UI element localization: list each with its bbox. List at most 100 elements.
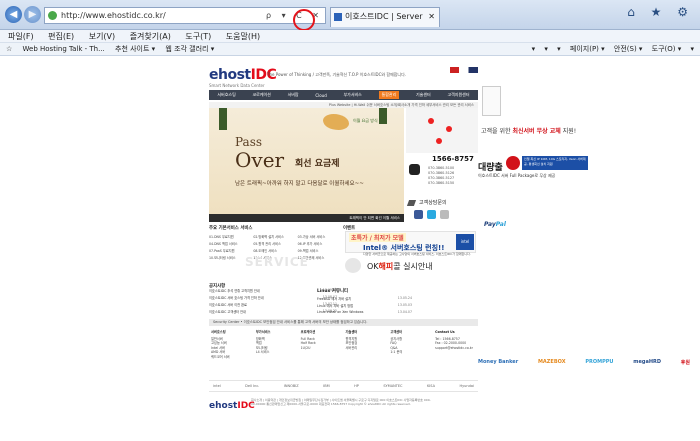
security-center-bar[interactable]: Security Center • 이호스트IDC 보안점검 안내 서비스를 통… <box>209 319 478 326</box>
customer-inquiry-link[interactable]: 고객상담문의 <box>406 198 478 208</box>
tab-close-icon[interactable]: ✕ <box>428 8 435 26</box>
brand-logo[interactable]: MAZEBOX <box>538 359 566 365</box>
vertical-badge <box>482 86 501 116</box>
service-item[interactable]: 02.방화벽 설치 서비스 <box>253 234 296 239</box>
linux-list: Linux 커뮤니티 FreeBSD 에서 자바 설치 13.05.24 Linu… <box>317 288 412 317</box>
promo-bold: 최신서버 무상 교체 <box>512 128 561 135</box>
paypal-a: Pay <box>484 221 496 228</box>
server-diagram[interactable] <box>406 108 478 153</box>
main-banner[interactable]: 이월 요금 방식 Pass Over 회선 요금제 남은 트래픽~아까워 하지 … <box>209 108 404 214</box>
list-item[interactable]: Linux Install on Xen Windows 13.04.07 <box>317 310 412 317</box>
blog-icon[interactable] <box>440 210 449 219</box>
nav-cloud[interactable]: Cloud <box>315 93 326 98</box>
daeryang-promo[interactable]: 대량출 인텔 최신 IP 10M, 10G 스토리지, Xeon 서버제공, 평… <box>478 156 596 186</box>
sitemap-link[interactable]: L4 서비스 <box>256 350 299 355</box>
service-item[interactable]: 07.PaaS 무료지원 <box>209 248 252 253</box>
partner-logo[interactable]: intel <box>213 384 221 388</box>
banner-description: 남은 트래픽~아까워 하지 말고 다음달로 이월하세요~~ <box>235 181 364 187</box>
brand-logo[interactable]: 후원 <box>681 359 690 366</box>
address-bar[interactable]: http://www.ehostidc.co.kr/ ρ ▾ C ✕ <box>44 7 326 24</box>
intel-logo-icon: intel <box>456 234 474 250</box>
linux-text: FreeBSD 에서 자바 설치 <box>317 297 352 301</box>
service-item[interactable]: 01.DNS 무료지원 <box>209 234 252 239</box>
partner-logo[interactable]: HP <box>354 384 359 388</box>
partner-logo[interactable]: INNOBIZ <box>284 384 299 388</box>
back-button[interactable]: ◀ <box>5 6 22 23</box>
service-item[interactable]: 04.DNS 백업 서비스 <box>209 241 252 246</box>
list-item[interactable]: FreeBSD 에서 자바 설치 13.05.24 <box>317 296 412 303</box>
brand-logo[interactable]: megaHRD <box>633 359 661 365</box>
partner-logo[interactable]: SYMANTEC <box>383 384 402 388</box>
sitemap-col-title: 코로케이션 <box>300 330 316 334</box>
fav-item-webhostingtalk[interactable]: Web Hosting Talk - Th... <box>23 45 105 53</box>
social-links <box>414 210 449 219</box>
page-menu[interactable]: 페이지(P) ▾ <box>570 45 605 53</box>
sitemap-link[interactable]: 1U/2U <box>301 346 344 351</box>
menu-edit[interactable]: 편집(E) <box>48 32 74 41</box>
nav-support[interactable]: 고객지원센터 <box>447 92 469 98</box>
sitemap-link[interactable]: 1:1 문의 <box>390 350 433 355</box>
browser-tab[interactable]: 이호스트IDC | Server Hosti... ✕ <box>330 7 440 39</box>
service-item[interactable]: 08.도메인 서비스 <box>253 248 296 253</box>
fav-item-webslice[interactable]: 웹 조각 갤러리 ▾ <box>165 45 214 53</box>
partner-logo[interactable]: IBM <box>323 384 329 388</box>
menu-favorites[interactable]: 즐겨찾기(A) <box>130 32 171 41</box>
service-item[interactable]: 03.가상 서버 서비스 <box>298 234 341 239</box>
service-item[interactable]: 05.원격 관리 서비스 <box>253 241 296 246</box>
sitemap-col: 서버호스팅 일반서버 고성능 서버 Intel 서버 AMD 서버 쿼드코어 서버 <box>209 330 254 378</box>
nav-colocation[interactable]: 코로케이션 <box>252 92 270 98</box>
main-nav: 서버호스팅 코로케이션 서버팜 Cloud 부가서비스 통합관리 기술센터 고객… <box>209 90 478 100</box>
service-item[interactable]: 06.IP 추가 서비스 <box>298 241 341 246</box>
brand-logo[interactable]: PROMPPU <box>585 359 613 365</box>
print-dropdown[interactable]: ▾ <box>557 45 561 53</box>
sitemap-col: 고객센터 공지사항 FAQ Q&A 1:1 문의 <box>388 330 433 378</box>
help-dropdown[interactable]: ▾ <box>690 45 694 53</box>
nav-management[interactable]: 통합관리 <box>378 91 400 99</box>
feeds-dropdown[interactable]: ▾ <box>544 45 548 53</box>
paypal-logo[interactable]: PayPal <box>484 221 506 228</box>
language-flags[interactable] <box>450 67 478 73</box>
footer-text: 회사소개 | 이용약관 | 개인정보취급방침 | 이메일무단수집거부 | 사이트… <box>251 398 431 406</box>
sitemap-links: 서버호스팅 일반서버 고성능 서버 Intel 서버 AMD 서버 쿼드코어 서버 부가서… <box>209 330 478 378</box>
right-promo[interactable]: 고객을 위한 최신서버 무상 교체 지원! <box>478 86 588 206</box>
window-controls[interactable]: ⌂ ★ ⚙ <box>627 5 694 19</box>
brand-logo[interactable]: Money Banker <box>478 359 518 365</box>
facebook-icon[interactable] <box>414 210 423 219</box>
forward-button[interactable]: ▶ <box>24 6 41 23</box>
linux-text: Linux 에서 자바 설치 방법 <box>317 304 354 308</box>
call-lines: 070-3860-5100 070-3860-5126 070-3860-512… <box>428 166 476 186</box>
safety-menu[interactable]: 안전(S) ▾ <box>614 45 643 53</box>
partner-logo[interactable]: Hyundai <box>459 384 473 388</box>
nav-server-hosting[interactable]: 서버호스팅 <box>217 92 235 98</box>
tools-menu[interactable]: 도구(O) ▾ <box>652 45 682 53</box>
nav-tech[interactable]: 기술센터 <box>416 92 431 98</box>
nav-server-farm[interactable]: 서버팜 <box>288 92 299 98</box>
sitemap-link[interactable]: 쿼드코어 서버 <box>211 355 254 360</box>
service-item[interactable]: 09.백업 서비스 <box>298 248 341 253</box>
banner-plane-icon <box>323 114 349 130</box>
sitemap-link[interactable]: 서버관리 <box>345 346 388 351</box>
menu-file[interactable]: 파일(F) <box>8 32 34 41</box>
menu-tools[interactable]: 도구(T) <box>185 32 211 41</box>
happy-call-banner[interactable]: OK해피콜 실시안내 <box>367 261 433 272</box>
promo-tag: 초특가 / 최저가 모델 <box>349 233 406 242</box>
sitemap-col: 부가서비스 방화벽 백업 모니터링 L4 서비스 <box>254 330 299 378</box>
tab-favicon-icon <box>334 13 342 21</box>
promo-prefix: 고객을 위한 <box>481 128 511 135</box>
menu-view[interactable]: 보기(V) <box>89 32 115 41</box>
partner-logo[interactable]: Dell Inc. <box>245 384 259 388</box>
paypal-b: Pal <box>495 221 506 228</box>
banner-caption-bar[interactable]: 트래픽이 안 되면 회선 이월 서비스 <box>209 214 404 222</box>
sitemap-link[interactable]: support@ehostidc.co.kr <box>435 346 478 351</box>
linux-title[interactable]: Linux 커뮤니티 <box>317 288 412 294</box>
list-item[interactable]: Linux 에서 자바 설치 방법 13.05.03 <box>317 303 412 310</box>
call-center: 1566-8757 070-3860-5100 070-3860-5126 07… <box>406 154 478 194</box>
menu-help[interactable]: 도움말(H) <box>226 32 260 41</box>
home-dropdown[interactable]: ▾ <box>532 45 536 53</box>
nav-addon[interactable]: 부가서비스 <box>343 92 361 98</box>
partner-logo[interactable]: KISA <box>427 384 435 388</box>
fav-item-recommended[interactable]: 추천 사이트 ▾ <box>115 45 155 53</box>
twitter-icon[interactable] <box>427 210 436 219</box>
event-box: 이벤트 초특가 / 최저가 모델 Intel® 서버호스팅 런칭!! 다양한 서… <box>343 225 478 281</box>
favorites-star-icon[interactable]: ☆ <box>6 45 12 53</box>
